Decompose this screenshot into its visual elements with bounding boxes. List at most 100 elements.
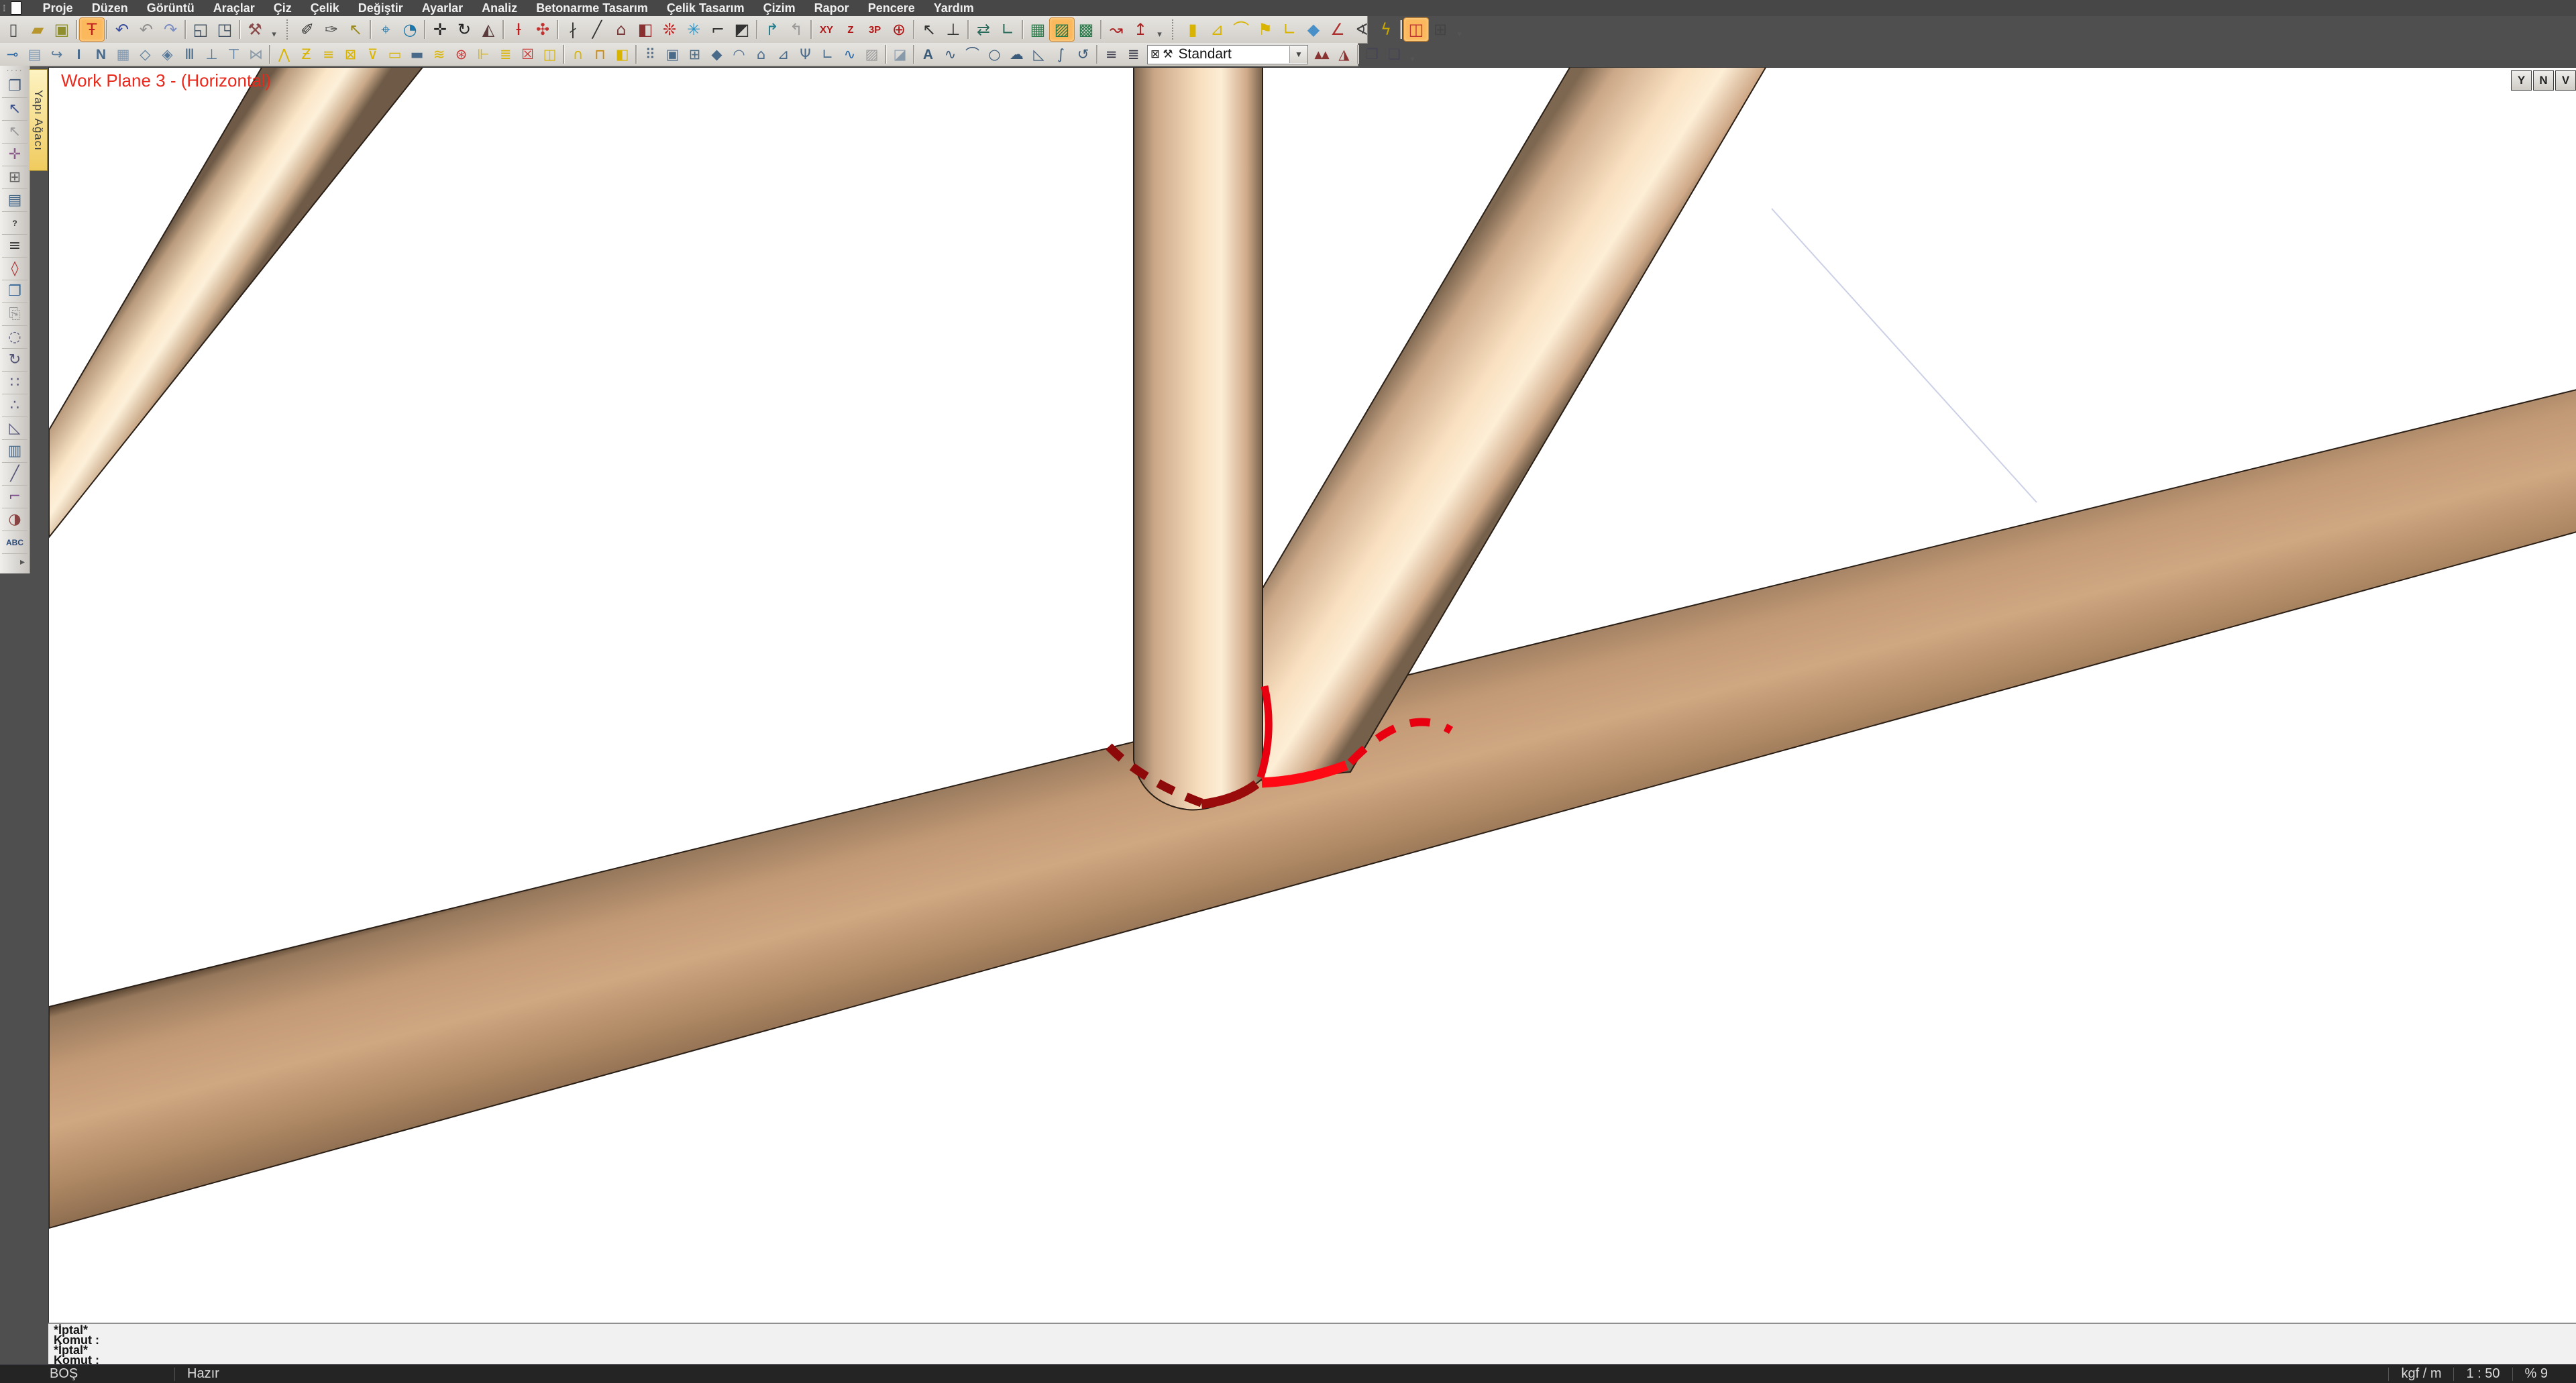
dimension-check-button[interactable]: Ŧ bbox=[80, 18, 104, 41]
status-zoom[interactable]: % 9 bbox=[2513, 1366, 2560, 1382]
quick-connection-button[interactable]: ϟ bbox=[1374, 18, 1398, 41]
steel-xbrace-button[interactable]: ⊠ bbox=[339, 45, 362, 64]
frame-design-button[interactable]: ⊞ bbox=[1428, 18, 1452, 41]
steel-stairs-button[interactable]: ⊿ bbox=[1205, 18, 1229, 41]
slab-tool-button[interactable]: ◇ bbox=[134, 45, 156, 64]
extend-tool-button[interactable]: ╱ bbox=[585, 18, 609, 41]
pick-tool-button[interactable]: ✑ bbox=[319, 18, 343, 41]
connection-design-button[interactable]: ◫ bbox=[1404, 18, 1428, 41]
truss-node-button[interactable]: ⋈ bbox=[245, 45, 267, 64]
level-up-button[interactable]: ▴▴ bbox=[1311, 45, 1333, 64]
break-tool-button[interactable]: ❊ bbox=[657, 18, 682, 41]
command-log[interactable]: *İptal*Komut :*İptal*Komut : bbox=[48, 1323, 2576, 1364]
steel-plate-button[interactable]: ◆ bbox=[1301, 18, 1326, 41]
support-tool-button[interactable]: N bbox=[90, 45, 112, 64]
sidebar-section-planes-tool[interactable]: ◊ bbox=[2, 258, 28, 280]
undo-button[interactable]: ↶ bbox=[110, 18, 134, 41]
snap-point-button[interactable]: ↝ bbox=[1104, 18, 1128, 41]
menu-celik-tasarim[interactable]: Çelik Tasarım bbox=[657, 1, 754, 15]
steel-panel-button[interactable]: ▭ bbox=[384, 45, 406, 64]
circle-tool-button[interactable]: ○ bbox=[983, 45, 1006, 64]
trim-tool-button[interactable]: ∤ bbox=[561, 18, 585, 41]
angle-p-button[interactable]: ∠ bbox=[1326, 18, 1350, 41]
side-toolbar-expand-button[interactable]: ▸ bbox=[2, 555, 28, 567]
workplane-rotate-button[interactable]: ↱ bbox=[760, 18, 784, 41]
sidebar-paint-objects-tool[interactable]: ◑ bbox=[2, 508, 28, 531]
new-window-button[interactable]: ❐ bbox=[1361, 45, 1383, 64]
arch-tool-button[interactable]: ∩ bbox=[567, 45, 589, 64]
rotate-tool-button[interactable]: ↻ bbox=[452, 18, 476, 41]
move-tool-button[interactable]: ✛ bbox=[428, 18, 452, 41]
image-insert-button[interactable]: ◪ bbox=[889, 45, 911, 64]
sidebar-copy-region-tool[interactable]: ◌ bbox=[2, 326, 28, 349]
beam-hook-button[interactable]: ↪ bbox=[46, 45, 68, 64]
wheel-brace-button[interactable]: ⊛ bbox=[450, 45, 472, 64]
coordinate-axes-button[interactable]: ∟ bbox=[996, 18, 1020, 41]
sidebar-copy-tool[interactable]: ❐ bbox=[2, 280, 28, 303]
workplane-inactive-button[interactable]: ↰ bbox=[784, 18, 808, 41]
combo-dropdown-arrow[interactable]: ▼ bbox=[1289, 46, 1307, 63]
terrain-tool-button[interactable]: ∿ bbox=[839, 45, 861, 64]
sidebar-select-inactive-tool[interactable]: ↖ bbox=[2, 121, 28, 144]
select-draw-button[interactable]: ✐ bbox=[295, 18, 319, 41]
sidebar-duplicate-tool[interactable]: ❐ bbox=[2, 75, 28, 98]
zoom-window-button[interactable]: ◱ bbox=[189, 18, 213, 41]
texture-tool-button[interactable]: ▨ bbox=[861, 45, 883, 64]
sidebar-measure-tool[interactable]: ? bbox=[2, 212, 28, 235]
anchor-bolt-button[interactable]: ⚑ bbox=[1253, 18, 1277, 41]
steel-angle-button[interactable]: ∟ bbox=[1277, 18, 1301, 41]
status-mode[interactable]: BOŞ bbox=[38, 1366, 174, 1382]
workplane-circle-button[interactable]: ⊕ bbox=[887, 18, 911, 41]
pointer-lock-button[interactable]: ▨ bbox=[1050, 18, 1074, 41]
column-tool-button[interactable]: I bbox=[68, 45, 90, 64]
slab-corner-button[interactable]: ◈ bbox=[156, 45, 178, 64]
toolbar-overflow-chevron[interactable]: ▾ bbox=[268, 19, 280, 40]
grid-element-button[interactable]: ⊞ bbox=[684, 45, 706, 64]
toolbar-overflow-chevron[interactable]: ▾ bbox=[1407, 44, 1418, 64]
perpendicular-snap-button[interactable]: ⊥ bbox=[941, 18, 965, 41]
workplane-3p-button[interactable]: 3P bbox=[863, 18, 887, 41]
steel-bar-button[interactable]: ▬ bbox=[406, 45, 428, 64]
parallel-snap-button[interactable]: ⇄ bbox=[971, 18, 996, 41]
menu-analiz[interactable]: Analiz bbox=[472, 1, 527, 15]
menu-rapor[interactable]: Rapor bbox=[805, 1, 859, 15]
dome-element-button[interactable]: ◠ bbox=[728, 45, 750, 64]
zoom-extents-button[interactable]: ◳ bbox=[213, 18, 237, 41]
toolbar-overflow-chevron[interactable]: ▾ bbox=[1454, 19, 1465, 40]
menu-araclar[interactable]: Araçlar bbox=[204, 1, 264, 15]
arc-tool-button[interactable]: ⌒ bbox=[961, 45, 983, 64]
workplane-xy-button[interactable]: XY bbox=[814, 18, 839, 41]
nav-button-y[interactable]: Y bbox=[2511, 70, 2532, 91]
panel-tool-button[interactable]: ◧ bbox=[633, 18, 657, 41]
menu-pencere[interactable]: Pencere bbox=[859, 1, 924, 15]
sidebar-select-tool[interactable]: ↖ bbox=[2, 98, 28, 121]
menu-proje[interactable]: Proje bbox=[34, 1, 83, 15]
side-toolbar-gripper[interactable]: ···· bbox=[6, 66, 23, 75]
stack-profile-button[interactable]: ≣ bbox=[494, 45, 517, 64]
chamfer-tool-button[interactable]: ◩ bbox=[730, 18, 754, 41]
steel-truss-button[interactable]: ≋ bbox=[428, 45, 450, 64]
vertical-brace-member[interactable] bbox=[1134, 68, 1263, 810]
hatch-tool-button[interactable]: ◺ bbox=[1028, 45, 1050, 64]
redo-button[interactable]: ↷ bbox=[158, 18, 182, 41]
menu-duzen[interactable]: Düzen bbox=[83, 1, 138, 15]
nav-button-v[interactable]: V bbox=[2555, 70, 2576, 91]
steel-column-button[interactable]: ▮ bbox=[1181, 18, 1205, 41]
sidebar-array-tool[interactable]: ∷ bbox=[2, 372, 28, 394]
roof-element-button[interactable]: ◆ bbox=[706, 45, 728, 64]
status-unit[interactable]: kgf / m bbox=[2389, 1366, 2453, 1382]
sidebar-align-tool[interactable]: ⊞ bbox=[2, 166, 28, 189]
workplane-z-button[interactable]: Z bbox=[839, 18, 863, 41]
sidebar-guide-line-tool[interactable]: ╱ bbox=[2, 463, 28, 486]
menu-cizim[interactable]: Çizim bbox=[754, 1, 805, 15]
canopy-element-button[interactable]: ⌂ bbox=[750, 45, 772, 64]
sidebar-beam-section-tool[interactable]: ▥ bbox=[2, 440, 28, 463]
toolbar-overflow-chevron[interactable]: ▾ bbox=[1154, 19, 1165, 40]
axis-tool-button[interactable]: ⊸ bbox=[1, 45, 23, 64]
menu-degistir[interactable]: Değiştir bbox=[349, 1, 413, 15]
save-file-button[interactable]: ▣ bbox=[50, 18, 74, 41]
layers-button[interactable]: ≡ bbox=[1100, 45, 1122, 64]
steel-gable-button[interactable]: ⋀ bbox=[273, 45, 295, 64]
wall-tool-button[interactable]: ▤ bbox=[23, 45, 46, 64]
l-profile-button[interactable]: ∟ bbox=[816, 45, 839, 64]
